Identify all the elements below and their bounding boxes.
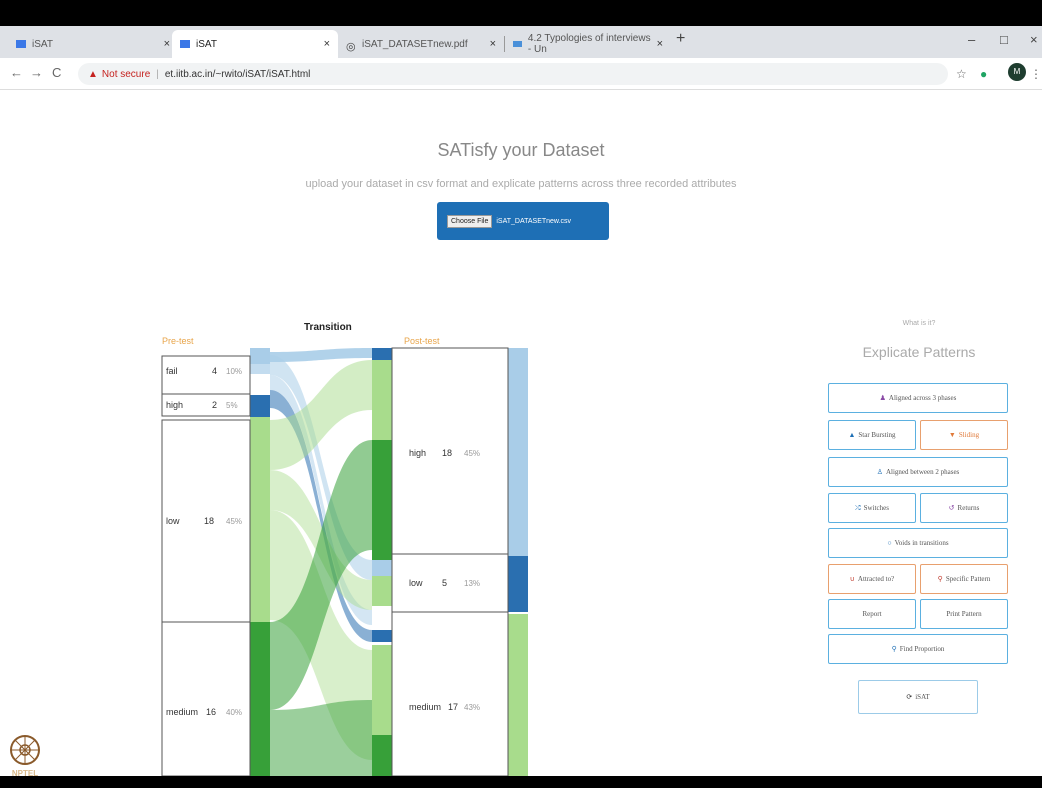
- flow-medium-medium: [270, 700, 372, 776]
- tab-label: 4.2 Typologies of interviews - Un: [527, 33, 651, 55]
- menu-icon[interactable]: ⋮: [1030, 67, 1042, 81]
- post-count: 5: [442, 578, 447, 588]
- mid-medium-bar: [372, 645, 392, 735]
- back-button[interactable]: ←: [10, 65, 23, 80]
- pre-pct: 10%: [226, 367, 242, 376]
- pre-test-header: Pre-test: [162, 336, 194, 346]
- post-low-bar: [508, 556, 528, 612]
- pre-count: 18: [204, 516, 214, 526]
- close-icon[interactable]: ×: [657, 38, 663, 50]
- tab-strip: iSAT × iSAT × ◎ iSAT_DATASETnew.pdf × 4.…: [0, 26, 1042, 58]
- tab-label: iSAT: [32, 38, 53, 50]
- tab-label: iSAT_DATASETnew.pdf: [362, 38, 468, 50]
- pre-medium-bar: [250, 622, 270, 776]
- isat-favicon-icon: [16, 40, 26, 48]
- mid-medium-bar-2: [372, 735, 392, 776]
- video-letterbox-top: [0, 0, 1042, 26]
- pre-label-box: [161, 621, 251, 776]
- forward-button[interactable]: →: [30, 65, 43, 80]
- new-tab-button[interactable]: +: [676, 30, 685, 48]
- divider: |: [156, 68, 159, 80]
- nptel-logo: NPTEL: [10, 735, 40, 778]
- star-icon[interactable]: ☆: [956, 67, 967, 81]
- mid-low-bar-2: [372, 576, 392, 606]
- pre-pct: 45%: [226, 517, 242, 526]
- post-count: 18: [442, 448, 452, 458]
- close-icon[interactable]: ×: [324, 38, 330, 50]
- mid-high-bar-3: [372, 440, 392, 560]
- post-count: 17: [448, 702, 458, 712]
- pre-count: 4: [212, 366, 217, 376]
- pre-pct: 40%: [226, 708, 242, 717]
- post-pct: 43%: [464, 703, 480, 712]
- post-test-header: Post-test: [404, 336, 440, 346]
- pre-category-label: low: [166, 516, 180, 526]
- video-letterbox-bottom: [0, 776, 1042, 788]
- pre-low-bar: [250, 417, 270, 622]
- post-high-bar: [508, 348, 528, 556]
- url-text: et.iitb.ac.in/~rwito/iSAT/iSAT.html: [164, 68, 311, 80]
- pre-category-label: fail: [166, 366, 178, 376]
- url-field[interactable]: ▲ Not secure | et.iitb.ac.in/~rwito/iSAT…: [78, 63, 948, 85]
- mid-low-bar: [372, 560, 392, 576]
- warning-icon: ▲: [88, 68, 98, 80]
- transition-header: Transition: [304, 322, 352, 333]
- post-category-label: low: [409, 578, 423, 588]
- reload-button[interactable]: C: [52, 65, 61, 80]
- globe-icon: ◎: [346, 41, 356, 53]
- pre-category-label: high: [166, 400, 183, 410]
- isat-favicon-icon: [180, 40, 190, 48]
- slides-favicon-icon: [513, 41, 522, 47]
- post-pct: 45%: [464, 449, 480, 458]
- pre-count: 2: [212, 400, 217, 410]
- transition-diagram: Transition Pre-test Post-test fail 4 10% high 2…: [161, 322, 528, 776]
- close-icon[interactable]: ×: [164, 38, 170, 50]
- post-label-box: [391, 611, 509, 776]
- post-pct: 13%: [464, 579, 480, 588]
- transition-flows: [270, 348, 372, 776]
- extension-icon[interactable]: ●: [980, 67, 987, 81]
- browser-tab-1[interactable]: iSAT ×: [8, 30, 178, 58]
- security-label[interactable]: Not secure: [102, 69, 150, 80]
- tab-label: iSAT: [196, 38, 217, 50]
- address-bar: ← → C ▲ Not secure | et.iitb.ac.in/~rwit…: [0, 58, 1042, 90]
- avatar[interactable]: M: [1008, 63, 1026, 81]
- pre-high-bar: [250, 395, 270, 417]
- mid-high-bar: [372, 348, 392, 360]
- post-category-label: medium: [409, 702, 441, 712]
- post-medium-bar: [508, 614, 528, 776]
- mid-low-bar-3: [372, 630, 392, 642]
- pre-fail-bar: [250, 348, 270, 364]
- browser-tab-4[interactable]: 4.2 Typologies of interviews - Un ×: [505, 30, 671, 58]
- pre-category-label: medium: [166, 707, 198, 717]
- pre-count: 16: [206, 707, 216, 717]
- close-icon[interactable]: ×: [490, 38, 496, 50]
- screen: iSAT × iSAT × ◎ iSAT_DATASETnew.pdf × 4.…: [0, 0, 1042, 788]
- minimize-button[interactable]: –: [968, 32, 975, 47]
- mid-high-bar-2: [372, 360, 392, 440]
- pre-fail-bar-2: [250, 364, 270, 374]
- pre-pct: 5%: [226, 401, 238, 410]
- browser-tab-2[interactable]: iSAT ×: [172, 30, 338, 58]
- maximize-button[interactable]: □: [1000, 32, 1008, 47]
- close-window-button[interactable]: ×: [1030, 32, 1038, 47]
- flow-high-high: [270, 348, 372, 362]
- browser-tab-3[interactable]: ◎ iSAT_DATASETnew.pdf ×: [338, 30, 504, 58]
- post-category-label: high: [409, 448, 426, 458]
